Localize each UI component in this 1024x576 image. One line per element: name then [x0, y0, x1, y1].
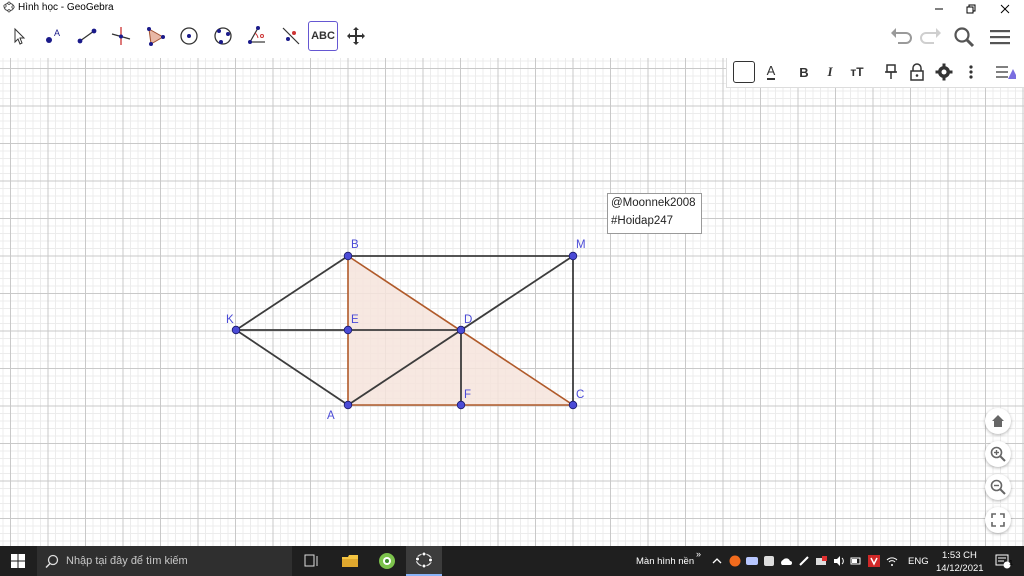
wifi-icon[interactable] — [886, 555, 898, 567]
zoom-in-icon — [990, 446, 1006, 462]
folder-icon — [342, 555, 358, 567]
point-M[interactable] — [568, 251, 578, 261]
onedrive-icon[interactable] — [780, 555, 792, 567]
pen-icon[interactable] — [798, 555, 810, 567]
search-icon — [45, 554, 59, 568]
task-view-icon — [304, 554, 318, 567]
label-A: A — [327, 410, 335, 422]
notification-count: 1 — [1009, 560, 1013, 567]
fullscreen-icon — [991, 513, 1005, 527]
clock-date[interactable]: 14/12/2021 — [936, 563, 984, 574]
label-M: M — [576, 239, 586, 251]
label-D: D — [464, 314, 472, 326]
geometry-construction: B M K E D A F C — [226, 239, 586, 422]
toolbar-expand-icon[interactable]: » — [696, 549, 701, 559]
geogebra-icon — [415, 551, 433, 569]
geogebra-taskbar-button[interactable] — [406, 546, 442, 576]
chevron-up-icon[interactable] — [711, 555, 723, 567]
network-status-icon[interactable] — [815, 555, 827, 567]
clock-time[interactable]: 1:53 CH — [942, 550, 977, 561]
language-indicator[interactable]: ENG — [908, 556, 929, 567]
app-tray-icon[interactable] — [763, 555, 775, 567]
taskbar-search-box[interactable]: Nhập tại đây để tìm kiếm — [37, 546, 292, 576]
label-B: B — [351, 239, 359, 251]
point-K[interactable] — [231, 325, 241, 335]
file-explorer-button[interactable] — [332, 546, 368, 576]
segment-KB[interactable] — [235, 255, 349, 331]
label-F: F — [464, 389, 471, 401]
search-placeholder: Nhập tại đây để tìm kiếm — [66, 555, 188, 567]
label-E: E — [351, 314, 359, 326]
point-F[interactable] — [456, 400, 466, 410]
avast-icon[interactable] — [729, 555, 741, 567]
task-view-button[interactable] — [294, 546, 330, 576]
zoom-out-icon — [990, 479, 1006, 495]
windows-logo-icon — [11, 554, 25, 568]
start-button[interactable] — [0, 546, 36, 576]
v-app-icon[interactable] — [868, 555, 880, 567]
browser-icon — [379, 553, 395, 569]
point-C[interactable] — [568, 400, 578, 410]
desktop-toolbar-label[interactable]: Màn hình nền — [636, 556, 694, 567]
zoom-out-button[interactable] — [985, 474, 1011, 500]
segment-KA[interactable] — [235, 329, 349, 406]
windows-taskbar: Nhập tại đây để tìm kiếm Màn hình nền » … — [0, 546, 1024, 576]
fullscreen-button[interactable] — [985, 507, 1011, 533]
point-E[interactable] — [343, 325, 353, 335]
label-C: C — [576, 389, 584, 401]
text-object[interactable]: @Moonnek2008 #Hoidap247 — [607, 193, 702, 234]
point-D[interactable] — [456, 325, 466, 335]
home-view-button[interactable] — [985, 408, 1011, 434]
zoom-in-button[interactable] — [985, 441, 1011, 467]
point-B[interactable] — [343, 251, 353, 261]
power-icon[interactable] — [850, 555, 862, 567]
home-icon — [992, 415, 1004, 427]
volume-icon[interactable] — [833, 555, 845, 567]
text-line-1: @Moonnek2008 — [611, 197, 696, 209]
point-A[interactable] — [343, 400, 353, 410]
meet-icon[interactable] — [746, 555, 758, 567]
text-line-2: #Hoidap247 — [611, 215, 674, 227]
label-K: K — [226, 314, 234, 326]
notification-center-button[interactable]: 1 — [988, 546, 1018, 576]
browser-button[interactable] — [369, 546, 405, 576]
